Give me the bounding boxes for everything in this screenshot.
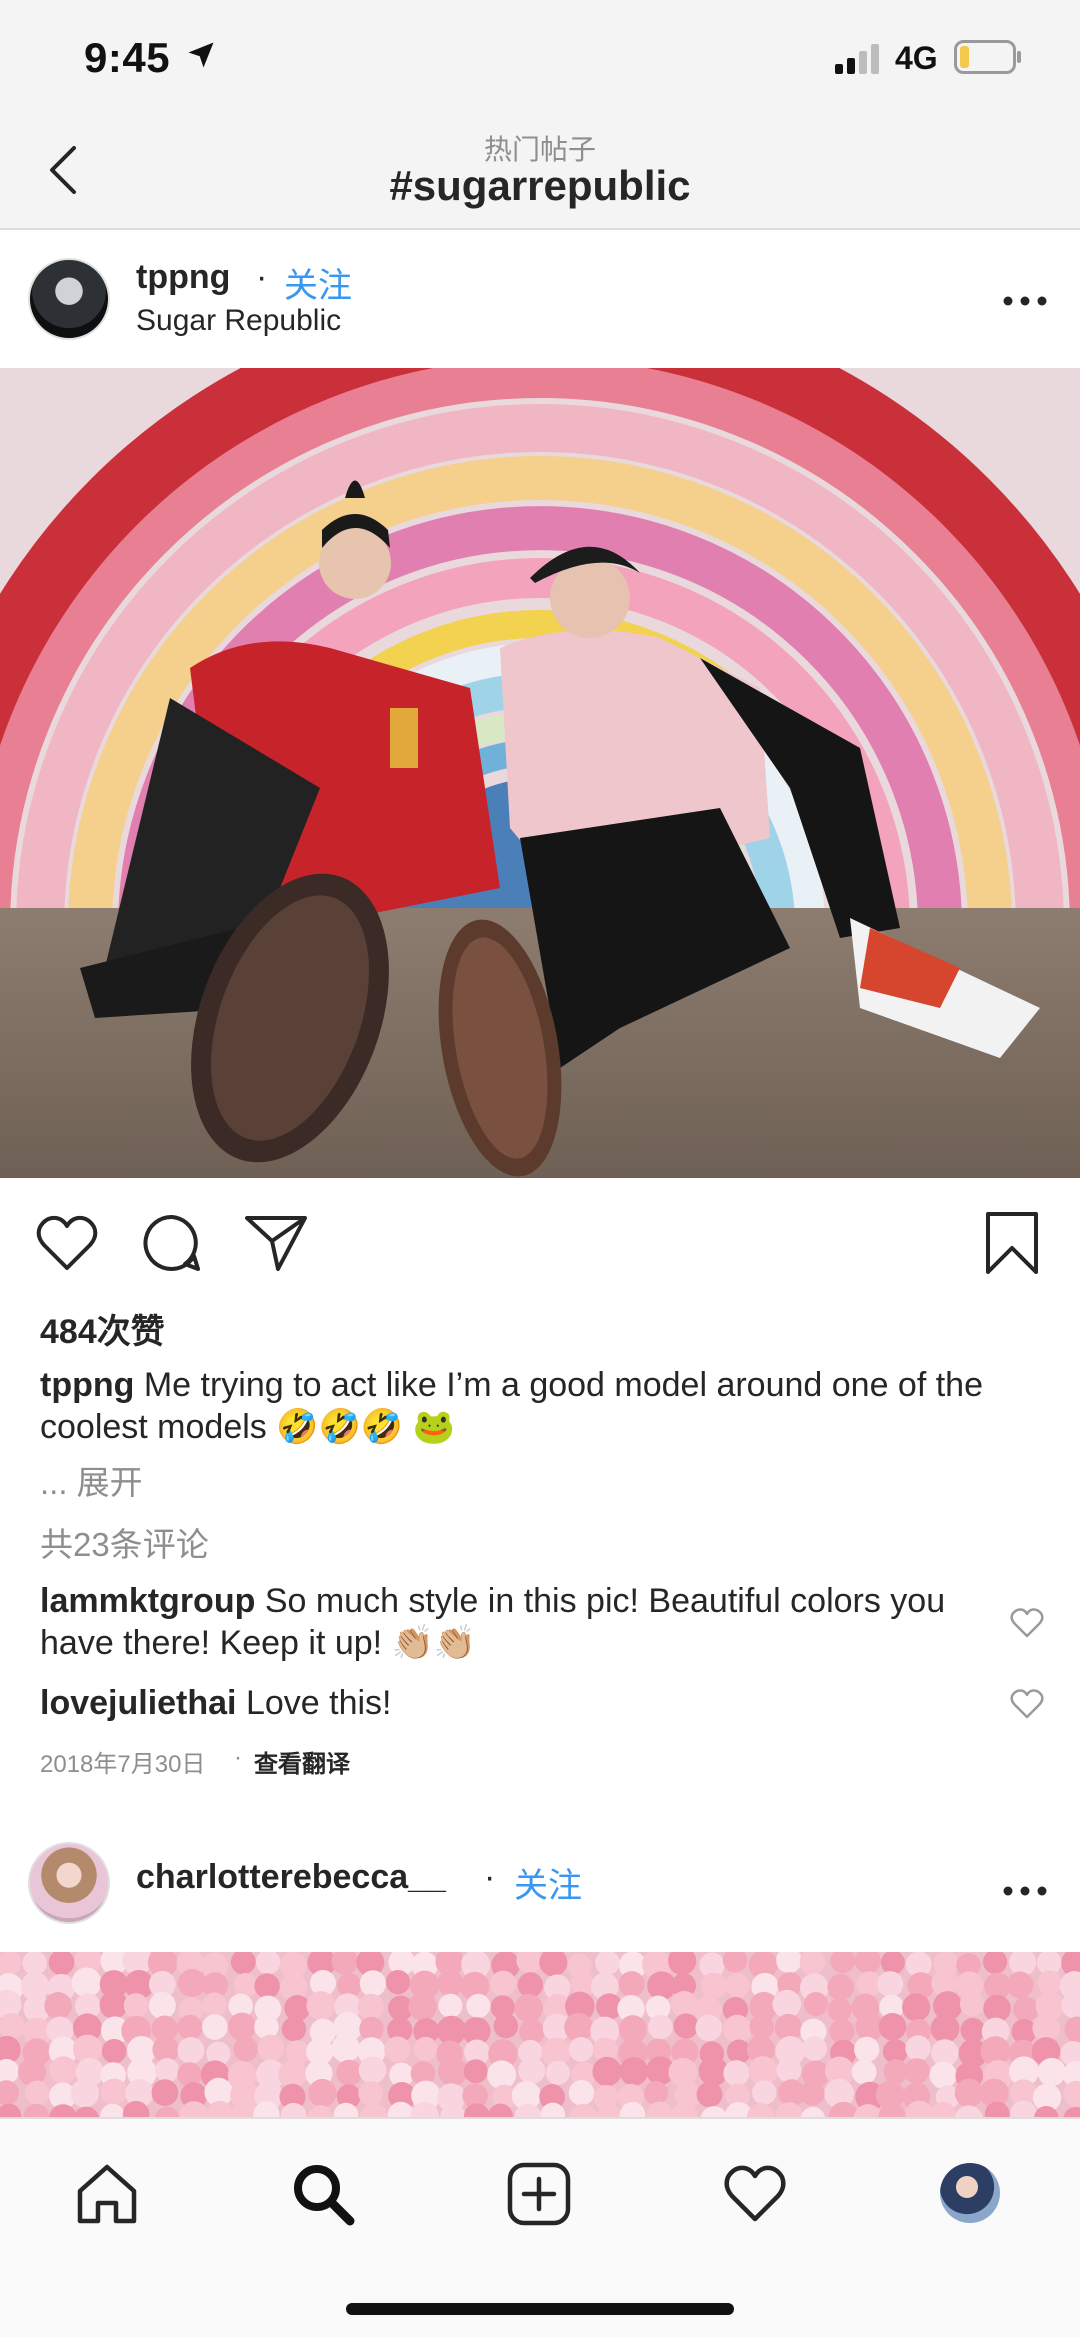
cell-signal-icon bbox=[835, 44, 879, 74]
comment-like-icon[interactable] bbox=[1010, 1688, 1044, 1720]
separator-dot: · bbox=[256, 258, 268, 296]
post-header: charlotterebecca__ · 关注 bbox=[0, 1830, 1080, 1952]
post-header: tppng · 关注 Sugar Republic bbox=[0, 232, 1080, 368]
avatar[interactable] bbox=[28, 1842, 110, 1924]
caption-username[interactable]: tppng bbox=[40, 1366, 134, 1404]
more-horizontal-icon[interactable] bbox=[1000, 1876, 1050, 1906]
comment-text: Love this! bbox=[245, 1684, 392, 1722]
home-indicator bbox=[346, 2303, 734, 2315]
like-count[interactable]: 484次赞 bbox=[40, 1304, 165, 1353]
profile-avatar-icon[interactable] bbox=[940, 2163, 1000, 2223]
post-photo[interactable] bbox=[0, 368, 1080, 1178]
post-username[interactable]: charlotterebecca__ bbox=[136, 1858, 446, 1897]
separator-dot: · bbox=[484, 1858, 496, 1896]
status-bar: 9:45 4G bbox=[0, 0, 1080, 118]
comment-like-icon[interactable] bbox=[1010, 1607, 1044, 1639]
post-photo-image bbox=[0, 1952, 1080, 2117]
view-comments-link[interactable]: 共23条评论 bbox=[40, 1518, 209, 1566]
post-photo-image bbox=[0, 368, 1080, 1178]
network-type: 4G bbox=[895, 40, 938, 76]
search-icon[interactable] bbox=[288, 2159, 358, 2229]
comment-bubble-icon[interactable] bbox=[142, 1212, 202, 1274]
post-username[interactable]: tppng bbox=[136, 258, 230, 297]
post-location[interactable]: Sugar Republic bbox=[136, 304, 341, 338]
see-translation-link[interactable]: 查看翻译 bbox=[254, 1744, 350, 1779]
post-caption: tppng Me trying to act like I’m a good m… bbox=[40, 1364, 1050, 1448]
post-date: 2018年7月30日 bbox=[40, 1751, 206, 1778]
home-icon[interactable] bbox=[72, 2159, 142, 2229]
add-post-icon[interactable] bbox=[504, 2159, 574, 2229]
follow-button[interactable]: 关注 bbox=[514, 1858, 582, 1907]
bottom-tab-bar bbox=[0, 2117, 1080, 2337]
location-arrow-icon bbox=[188, 42, 214, 68]
separator-dot: · bbox=[234, 1744, 242, 1771]
follow-button[interactable]: 关注 bbox=[284, 258, 352, 307]
comment-item: lammktgroup So much style in this pic! B… bbox=[40, 1580, 990, 1664]
send-icon[interactable] bbox=[244, 1214, 308, 1272]
status-time: 9:45 bbox=[84, 34, 171, 81]
bookmark-icon[interactable] bbox=[984, 1210, 1040, 1276]
comment-username[interactable]: lammktgroup bbox=[40, 1582, 255, 1620]
post-photo[interactable] bbox=[0, 1952, 1080, 2117]
heart-icon[interactable] bbox=[36, 1214, 98, 1272]
post-actions bbox=[0, 1178, 1080, 1308]
activity-heart-icon[interactable] bbox=[720, 2159, 790, 2229]
page-title: #sugarrepublic bbox=[389, 162, 691, 209]
expand-caption-link[interactable]: ... 展开 bbox=[40, 1456, 143, 1504]
comment-username[interactable]: lovejuliethai bbox=[40, 1684, 237, 1722]
battery-icon bbox=[954, 40, 1021, 74]
caption-text: Me trying to act like I’m a good model a… bbox=[40, 1366, 984, 1446]
nav-header: 热门帖子 #sugarrepublic bbox=[0, 118, 1080, 230]
more-horizontal-icon[interactable] bbox=[1000, 286, 1050, 316]
avatar[interactable] bbox=[28, 258, 110, 340]
comment-item: lovejuliethai Love this! bbox=[40, 1682, 990, 1724]
